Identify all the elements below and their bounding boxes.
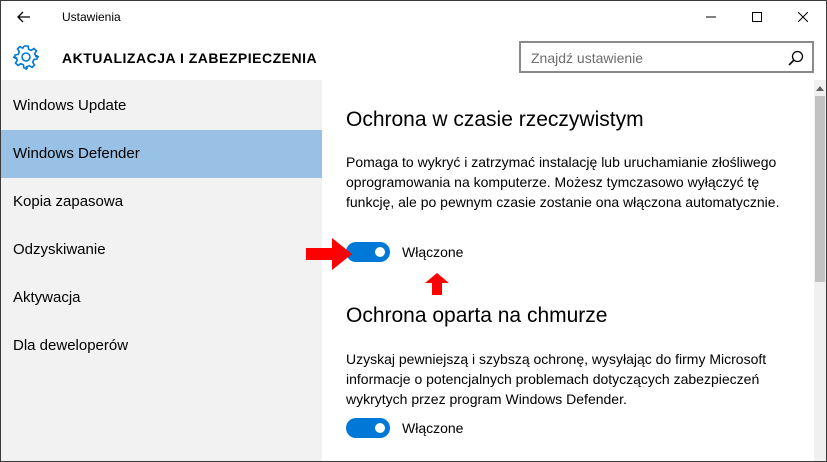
scroll-up-button[interactable] xyxy=(814,82,826,94)
close-icon xyxy=(798,12,808,22)
realtime-protection-toggle[interactable] xyxy=(346,242,390,262)
minimize-button[interactable] xyxy=(688,1,734,33)
sidebar-item-label: Kopia zapasowa xyxy=(13,193,124,210)
title-bar: Ustawienia xyxy=(1,1,826,33)
cloud-protection-toggle-label: Włączone xyxy=(402,420,464,436)
sidebar-item-label: Odzyskiwanie xyxy=(13,241,106,258)
sidebar-nav: Windows Update Windows Defender Kopia za… xyxy=(1,80,322,461)
sidebar-item-label: Windows Update xyxy=(13,97,127,114)
window-title: Ustawienia xyxy=(62,10,121,24)
red-arrow-up-icon xyxy=(425,273,449,295)
close-button[interactable] xyxy=(780,1,826,33)
chevron-up-icon xyxy=(816,85,824,91)
sidebar-item-windows-defender[interactable]: Windows Defender xyxy=(1,130,322,178)
settings-window: Ustawienia AKTUALIZACJA I ZABEZPIECZENIA xyxy=(0,0,827,462)
content-scrollbar[interactable] xyxy=(814,80,826,461)
realtime-protection-heading: Ochrona w czasie rzeczywistym xyxy=(346,108,644,131)
red-arrow-right-icon xyxy=(306,238,352,270)
sidebar-item-backup[interactable]: Kopia zapasowa xyxy=(1,178,322,226)
back-button[interactable] xyxy=(1,1,47,33)
search-input[interactable]: Znajdź ustawienie xyxy=(519,41,814,73)
content-pane: Ochrona w czasie rzeczywistym Pomaga to … xyxy=(322,80,814,461)
scroll-thumb[interactable] xyxy=(815,96,825,282)
back-arrow-icon xyxy=(17,11,30,23)
sidebar-item-activation[interactable]: Aktywacja xyxy=(1,274,322,322)
sidebar-item-label: Aktywacja xyxy=(13,289,81,306)
cloud-protection-toggle[interactable] xyxy=(346,418,390,438)
page-title: AKTUALIZACJA I ZABEZPIECZENIA xyxy=(62,50,318,66)
realtime-protection-toggle-label: Włączone xyxy=(402,244,464,260)
settings-header: AKTUALIZACJA I ZABEZPIECZENIA Znajdź ust… xyxy=(1,33,826,80)
cloud-protection-description: Uzyskaj pewniejszą i szybszą ochronę, wy… xyxy=(346,351,767,407)
gear-icon xyxy=(13,45,39,70)
maximize-button[interactable] xyxy=(734,1,780,33)
search-icon[interactable] xyxy=(788,50,804,66)
sidebar-item-label: Dla deweloperów xyxy=(13,337,129,354)
sidebar-item-label: Windows Defender xyxy=(13,145,140,162)
minimize-icon xyxy=(706,16,716,18)
sidebar-item-developers[interactable]: Dla deweloperów xyxy=(1,322,322,370)
realtime-protection-description: Pomaga to wykryć i zatrzymać instalację … xyxy=(346,154,780,210)
search-placeholder: Znajdź ustawienie xyxy=(531,50,644,66)
toggle-knob xyxy=(375,247,385,257)
sidebar-item-recovery[interactable]: Odzyskiwanie xyxy=(1,226,322,274)
sidebar-item-windows-update[interactable]: Windows Update xyxy=(1,82,322,130)
maximize-icon xyxy=(752,12,762,22)
cloud-protection-heading: Ochrona oparta na chmurze xyxy=(346,304,608,327)
toggle-knob xyxy=(375,423,385,433)
